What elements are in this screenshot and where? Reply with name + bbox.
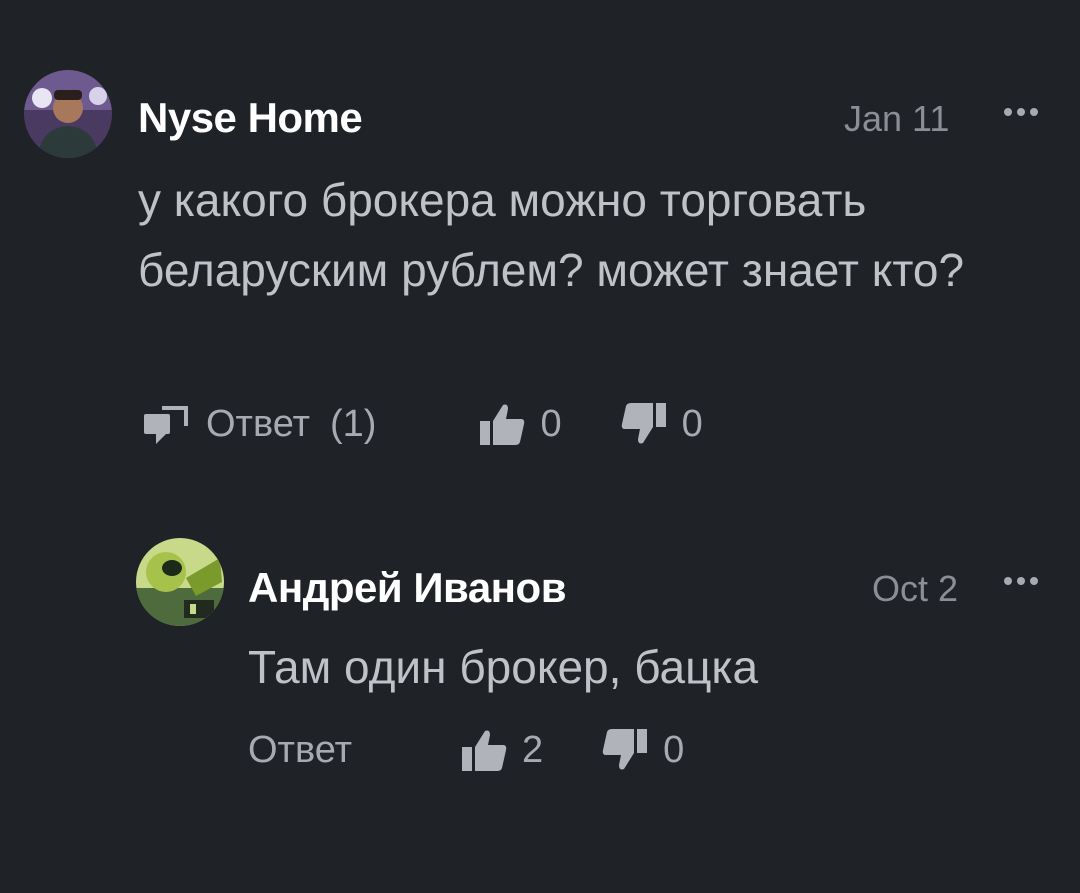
author-name[interactable]: Андрей Иванов [248, 564, 567, 612]
reply-button[interactable]: Ответ (1) [142, 402, 376, 446]
author-name[interactable]: Nyse Home [138, 94, 363, 142]
more-icon[interactable] [1004, 108, 1038, 116]
dislike-count: 0 [663, 728, 685, 771]
thumbs-down-icon [602, 729, 648, 770]
avatar-image [24, 70, 112, 158]
avatar-image [136, 538, 224, 626]
like-count: 0 [540, 402, 562, 445]
comment-text: у какого брокера можно торговать беларус… [138, 174, 965, 296]
more-icon[interactable] [1004, 577, 1038, 585]
reply-label: Ответ [248, 728, 352, 771]
dislike-button[interactable]: 0 [620, 401, 703, 447]
reply-button[interactable]: Ответ [248, 729, 352, 772]
thumbs-up-icon [462, 730, 507, 771]
like-button[interactable]: 0 [478, 401, 562, 447]
reply-label: Ответ [206, 402, 310, 445]
like-button[interactable]: 2 [460, 727, 543, 773]
like-count: 2 [522, 728, 544, 771]
comment: Nyse Home Jan 11 у какого брокера можно … [0, 0, 1080, 470]
thumbs-up-icon [480, 404, 525, 445]
comment-actions: Ответ (1) 0 0 [142, 400, 703, 448]
dislike-count: 0 [681, 402, 703, 445]
dislike-button[interactable]: 0 [601, 727, 684, 773]
thumbs-down-icon [621, 403, 666, 444]
avatar[interactable] [136, 538, 224, 626]
comment-text: Там один брокер, бацка [248, 641, 759, 693]
reply-count: (1) [330, 402, 377, 445]
comment-date: Jan 11 [844, 98, 950, 139]
comment-actions: Ответ 2 0 [248, 726, 684, 774]
comment-date: Oct 2 [872, 568, 959, 609]
reply-icon [144, 406, 188, 444]
comment-thread: Nyse Home Jan 11 у какого брокера можно … [0, 0, 1080, 893]
avatar[interactable] [24, 70, 112, 158]
reply-comment: Андрей Иванов Oct 2 Там один брокер, бац… [0, 520, 1080, 820]
